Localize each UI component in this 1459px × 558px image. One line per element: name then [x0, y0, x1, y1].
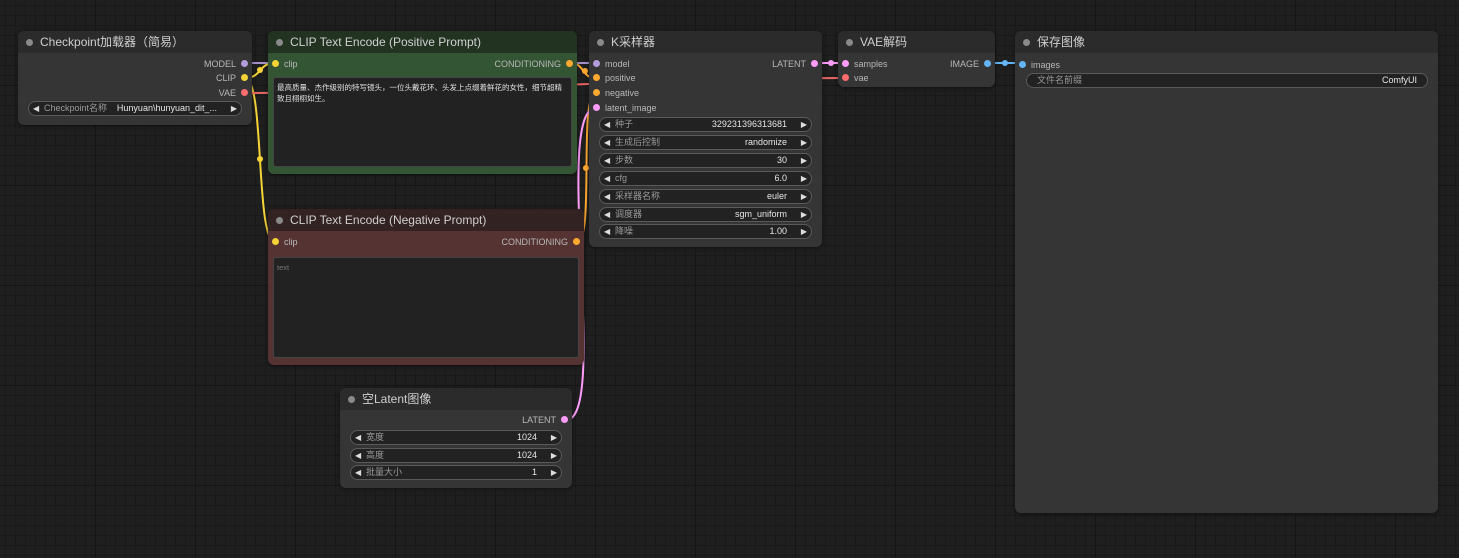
batch-size-widget[interactable]: ◀ 批量大小 1 ▶ — [350, 465, 562, 480]
output-latent[interactable]: LATENT — [772, 58, 818, 70]
node-title[interactable]: CLIP Text Encode (Negative Prompt) — [268, 209, 584, 231]
increment-arrow-icon[interactable]: ▶ — [551, 449, 557, 462]
collapse-dot-icon[interactable] — [597, 39, 604, 46]
increment-arrow-icon[interactable]: ▶ — [801, 136, 807, 149]
increment-arrow-icon[interactable]: ▶ — [801, 208, 807, 221]
positive-prompt-textarea[interactable]: 最高质量、杰作级别的特写镜头，一位头戴花环、头发上点缀着鲜花的女性，细节超精致且… — [273, 77, 572, 167]
image-output-dot-icon[interactable] — [984, 60, 991, 67]
input-clip[interactable]: clip — [272, 58, 298, 70]
increment-arrow-icon[interactable]: ▶ — [231, 102, 237, 115]
increment-arrow-icon[interactable]: ▶ — [801, 190, 807, 203]
vae-decode-node[interactable]: VAE解码 samples vae IMAGE — [838, 31, 995, 87]
decrement-arrow-icon[interactable]: ◀ — [604, 190, 610, 203]
decrement-arrow-icon[interactable]: ◀ — [355, 431, 361, 444]
conditioning-output-dot-icon[interactable] — [573, 238, 580, 245]
decrement-arrow-icon[interactable]: ◀ — [604, 136, 610, 149]
increment-arrow-icon[interactable]: ▶ — [801, 225, 807, 238]
cfg-widget[interactable]: ◀ cfg 6.0 ▶ — [599, 171, 812, 186]
model-output-dot-icon[interactable] — [241, 60, 248, 67]
clip-positive-node[interactable]: CLIP Text Encode (Positive Prompt) clip … — [268, 31, 577, 174]
decrement-arrow-icon[interactable]: ◀ — [604, 118, 610, 131]
width-widget[interactable]: ◀ 宽度 1024 ▶ — [350, 430, 562, 445]
latent-output-dot-icon[interactable] — [811, 60, 818, 67]
input-images[interactable]: images — [1019, 59, 1060, 71]
input-model[interactable]: model — [593, 58, 630, 70]
denoise-widget[interactable]: ◀ 降噪 1.00 ▶ — [599, 224, 812, 239]
output-vae[interactable]: VAE — [219, 87, 248, 99]
increment-arrow-icon[interactable]: ▶ — [551, 431, 557, 444]
clip-negative-node[interactable]: CLIP Text Encode (Negative Prompt) clip … — [268, 209, 584, 365]
positive-input-dot-icon[interactable] — [593, 74, 600, 81]
node-title[interactable]: 空Latent图像 — [340, 388, 572, 410]
output-clip[interactable]: CLIP — [216, 72, 248, 84]
collapse-dot-icon[interactable] — [276, 217, 283, 224]
samples-input-dot-icon[interactable] — [842, 60, 849, 67]
sampler-name-widget[interactable]: ◀ 采样器名称 euler ▶ — [599, 189, 812, 204]
images-input-dot-icon[interactable] — [1019, 61, 1026, 68]
node-title[interactable]: CLIP Text Encode (Positive Prompt) — [268, 31, 577, 53]
input-negative[interactable]: negative — [593, 87, 639, 99]
negative-input-dot-icon[interactable] — [593, 89, 600, 96]
input-samples[interactable]: samples — [842, 58, 888, 70]
vae-output-dot-icon[interactable] — [241, 89, 248, 96]
collapse-dot-icon[interactable] — [348, 396, 355, 403]
decrement-arrow-icon[interactable]: ◀ — [604, 225, 610, 238]
input-positive[interactable]: positive — [593, 72, 636, 84]
clip-input-dot-icon[interactable] — [272, 238, 279, 245]
vae-input-dot-icon[interactable] — [842, 74, 849, 81]
output-model[interactable]: MODEL — [204, 58, 248, 70]
decrement-arrow-icon[interactable]: ◀ — [604, 208, 610, 221]
increment-arrow-icon[interactable]: ▶ — [551, 466, 557, 479]
decrement-arrow-icon[interactable]: ◀ — [604, 154, 610, 167]
node-title[interactable]: K采样器 — [589, 31, 822, 53]
scheduler-widget[interactable]: ◀ 调度器 sgm_uniform ▶ — [599, 207, 812, 222]
steps-widget[interactable]: ◀ 步数 30 ▶ — [599, 153, 812, 168]
output-conditioning[interactable]: CONDITIONING — [495, 58, 573, 70]
increment-arrow-icon[interactable]: ▶ — [801, 154, 807, 167]
output-conditioning[interactable]: CONDITIONING — [502, 236, 580, 248]
model-input-dot-icon[interactable] — [593, 60, 600, 67]
input-latent-image[interactable]: latent_image — [593, 102, 657, 114]
checkpoint-loader-node[interactable]: Checkpoint加载器（简易） MODEL CLIP VAE ◀ Check… — [18, 31, 252, 125]
negative-prompt-textarea[interactable]: text — [273, 257, 579, 358]
increment-arrow-icon[interactable]: ▶ — [801, 172, 807, 185]
decrement-arrow-icon[interactable]: ◀ — [355, 466, 361, 479]
decrement-arrow-icon[interactable]: ◀ — [355, 449, 361, 462]
filename-prefix-widget[interactable]: 文件名前缀 ComfyUI — [1026, 73, 1428, 88]
decrement-arrow-icon[interactable]: ◀ — [604, 172, 610, 185]
output-latent[interactable]: LATENT — [522, 414, 568, 426]
collapse-dot-icon[interactable] — [846, 39, 853, 46]
latent-input-dot-icon[interactable] — [593, 104, 600, 111]
clip-output-dot-icon[interactable] — [241, 74, 248, 81]
height-widget[interactable]: ◀ 高度 1024 ▶ — [350, 448, 562, 463]
control-after-generate-widget[interactable]: ◀ 生成后控制 randomize ▶ — [599, 135, 812, 150]
output-image[interactable]: IMAGE — [950, 58, 991, 70]
checkpoint-name-widget[interactable]: ◀ Checkpoint名称 Hunyuan\hunyuan_dit_... ▶ — [28, 101, 242, 116]
input-vae[interactable]: vae — [842, 72, 869, 84]
node-title[interactable]: VAE解码 — [838, 31, 995, 53]
node-title[interactable]: 保存图像 — [1015, 31, 1438, 53]
clip-input-dot-icon[interactable] — [272, 60, 279, 67]
decrement-arrow-icon[interactable]: ◀ — [33, 102, 39, 115]
empty-latent-node[interactable]: 空Latent图像 LATENT ◀ 宽度 1024 ▶ ◀ 高度 1024 ▶ ◀ 批量大小… — [340, 388, 572, 488]
latent-output-dot-icon[interactable] — [561, 416, 568, 423]
collapse-dot-icon[interactable] — [26, 39, 33, 46]
conditioning-output-dot-icon[interactable] — [566, 60, 573, 67]
seed-widget[interactable]: ◀ 种子 329231396313681 ▶ — [599, 117, 812, 132]
input-clip[interactable]: clip — [272, 236, 298, 248]
collapse-dot-icon[interactable] — [1023, 39, 1030, 46]
increment-arrow-icon[interactable]: ▶ — [801, 118, 807, 131]
ksampler-node[interactable]: K采样器 model positive negative latent_imag… — [589, 31, 822, 247]
save-image-node[interactable]: 保存图像 images 文件名前缀 ComfyUI — [1015, 31, 1438, 513]
collapse-dot-icon[interactable] — [276, 39, 283, 46]
node-title[interactable]: Checkpoint加载器（简易） — [18, 31, 252, 53]
